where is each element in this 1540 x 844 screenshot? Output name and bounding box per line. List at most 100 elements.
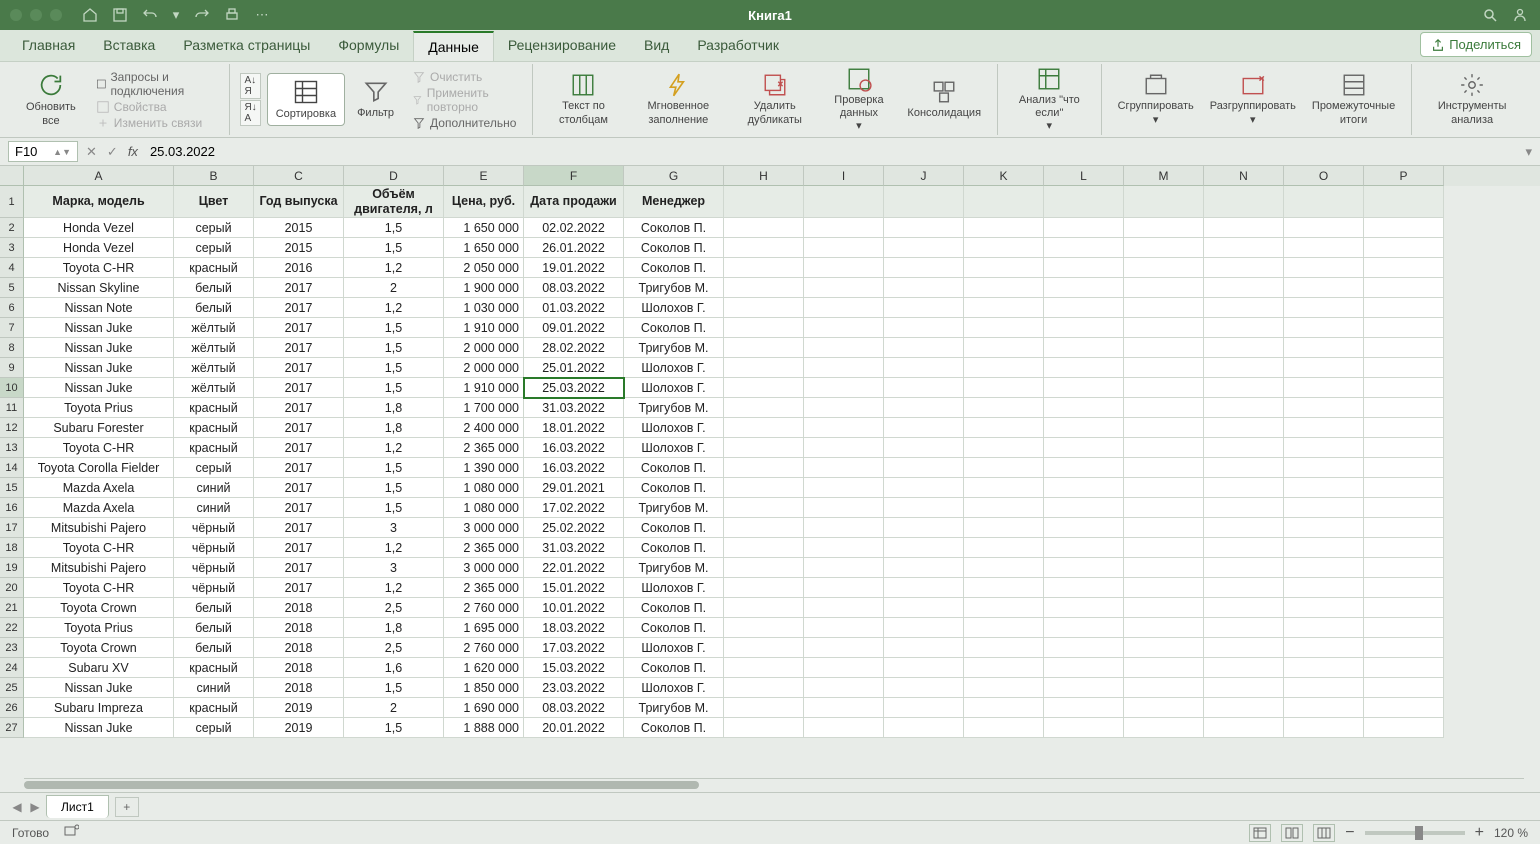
- table-cell[interactable]: [1364, 438, 1444, 458]
- table-cell[interactable]: Nissan Juke: [24, 378, 174, 398]
- table-cell[interactable]: [1204, 578, 1284, 598]
- flash-fill-button[interactable]: Мгновенное заполнение: [628, 70, 730, 128]
- tab-формулы[interactable]: Формулы: [324, 31, 413, 61]
- column-header[interactable]: E: [444, 166, 524, 186]
- table-cell[interactable]: [964, 218, 1044, 238]
- table-cell[interactable]: [884, 358, 964, 378]
- home-icon[interactable]: [82, 7, 98, 23]
- column-header[interactable]: N: [1204, 166, 1284, 186]
- column-header[interactable]: J: [884, 166, 964, 186]
- ungroup-button[interactable]: Разгруппировать▾: [1204, 70, 1302, 128]
- table-cell[interactable]: [1124, 478, 1204, 498]
- table-cell[interactable]: [1284, 678, 1364, 698]
- table-cell[interactable]: 09.01.2022: [524, 318, 624, 338]
- table-cell[interactable]: 2018: [254, 658, 344, 678]
- table-cell[interactable]: 1,5: [344, 478, 444, 498]
- table-cell[interactable]: Nissan Juke: [24, 678, 174, 698]
- row-header[interactable]: 25: [0, 678, 24, 698]
- sort-desc-button[interactable]: Я↓А: [240, 100, 260, 126]
- table-cell[interactable]: [1284, 378, 1364, 398]
- tab-вид[interactable]: Вид: [630, 31, 683, 61]
- table-cell[interactable]: 2017: [254, 278, 344, 298]
- table-cell[interactable]: Toyota C-HR: [24, 258, 174, 278]
- table-cell[interactable]: [964, 358, 1044, 378]
- table-cell[interactable]: Toyota C-HR: [24, 538, 174, 558]
- table-cell[interactable]: 2017: [254, 378, 344, 398]
- macro-record-icon[interactable]: [63, 823, 79, 842]
- table-cell[interactable]: [964, 638, 1044, 658]
- subtotal-button[interactable]: Промежуточные итоги: [1306, 70, 1401, 128]
- table-cell[interactable]: Тригубов М.: [624, 698, 724, 718]
- table-cell[interactable]: [1204, 438, 1284, 458]
- table-cell[interactable]: [1044, 418, 1124, 438]
- table-cell[interactable]: 1 700 000: [444, 398, 524, 418]
- horizontal-scrollbar[interactable]: [24, 778, 1524, 792]
- table-cell[interactable]: 25.02.2022: [524, 518, 624, 538]
- sheet-tab[interactable]: Лист1: [46, 795, 109, 818]
- table-cell[interactable]: [884, 458, 964, 478]
- table-cell[interactable]: [1284, 638, 1364, 658]
- table-cell[interactable]: Соколов П.: [624, 538, 724, 558]
- table-cell[interactable]: [1364, 298, 1444, 318]
- table-cell[interactable]: [1124, 258, 1204, 278]
- table-cell[interactable]: 1,5: [344, 358, 444, 378]
- sort-button[interactable]: Сортировка: [267, 73, 345, 126]
- table-cell[interactable]: [1204, 478, 1284, 498]
- table-cell[interactable]: [804, 598, 884, 618]
- table-cell[interactable]: [1364, 478, 1444, 498]
- table-cell[interactable]: [1284, 258, 1364, 278]
- table-cell[interactable]: 1,5: [344, 498, 444, 518]
- table-cell[interactable]: [804, 318, 884, 338]
- table-cell[interactable]: [804, 518, 884, 538]
- table-cell[interactable]: 2017: [254, 498, 344, 518]
- table-cell[interactable]: [1044, 478, 1124, 498]
- table-cell[interactable]: [804, 638, 884, 658]
- table-cell[interactable]: [1204, 338, 1284, 358]
- table-cell[interactable]: чёрный: [174, 578, 254, 598]
- zoom-level[interactable]: 120 %: [1494, 826, 1528, 840]
- table-cell[interactable]: Соколов П.: [624, 658, 724, 678]
- table-cell[interactable]: [1204, 318, 1284, 338]
- table-cell[interactable]: [1204, 518, 1284, 538]
- table-cell[interactable]: 1,5: [344, 718, 444, 738]
- row-header[interactable]: 5: [0, 278, 24, 298]
- table-cell[interactable]: белый: [174, 618, 254, 638]
- row-header[interactable]: 10: [0, 378, 24, 398]
- table-cell[interactable]: [1204, 218, 1284, 238]
- table-cell[interactable]: [964, 238, 1044, 258]
- table-cell[interactable]: [884, 538, 964, 558]
- table-cell[interactable]: 2: [344, 698, 444, 718]
- maximize-window-icon[interactable]: [50, 9, 62, 21]
- table-cell[interactable]: [884, 618, 964, 638]
- table-cell[interactable]: [1284, 658, 1364, 678]
- table-cell[interactable]: 17.02.2022: [524, 498, 624, 518]
- table-cell[interactable]: 2019: [254, 698, 344, 718]
- table-cell[interactable]: 23.03.2022: [524, 678, 624, 698]
- table-cell[interactable]: [1204, 278, 1284, 298]
- table-header-cell[interactable]: [1124, 186, 1204, 218]
- page-layout-view-button[interactable]: [1281, 824, 1303, 842]
- table-cell[interactable]: [1044, 698, 1124, 718]
- zoom-out-button[interactable]: −: [1345, 824, 1354, 842]
- table-cell[interactable]: [1124, 358, 1204, 378]
- table-header-cell[interactable]: [964, 186, 1044, 218]
- table-cell[interactable]: Соколов П.: [624, 318, 724, 338]
- table-cell[interactable]: [804, 298, 884, 318]
- table-cell[interactable]: [1044, 278, 1124, 298]
- table-cell[interactable]: Соколов П.: [624, 518, 724, 538]
- table-cell[interactable]: [1284, 398, 1364, 418]
- table-cell[interactable]: [964, 498, 1044, 518]
- table-cell[interactable]: [1284, 598, 1364, 618]
- table-cell[interactable]: 1 910 000: [444, 378, 524, 398]
- table-cell[interactable]: [724, 458, 804, 478]
- table-cell[interactable]: [884, 238, 964, 258]
- table-cell[interactable]: Toyota C-HR: [24, 578, 174, 598]
- table-header-cell[interactable]: [884, 186, 964, 218]
- table-cell[interactable]: [1044, 558, 1124, 578]
- row-header[interactable]: 23: [0, 638, 24, 658]
- table-cell[interactable]: [964, 658, 1044, 678]
- search-icon[interactable]: [1482, 7, 1498, 23]
- table-cell[interactable]: [804, 258, 884, 278]
- table-cell[interactable]: 29.01.2021: [524, 478, 624, 498]
- table-cell[interactable]: 2018: [254, 598, 344, 618]
